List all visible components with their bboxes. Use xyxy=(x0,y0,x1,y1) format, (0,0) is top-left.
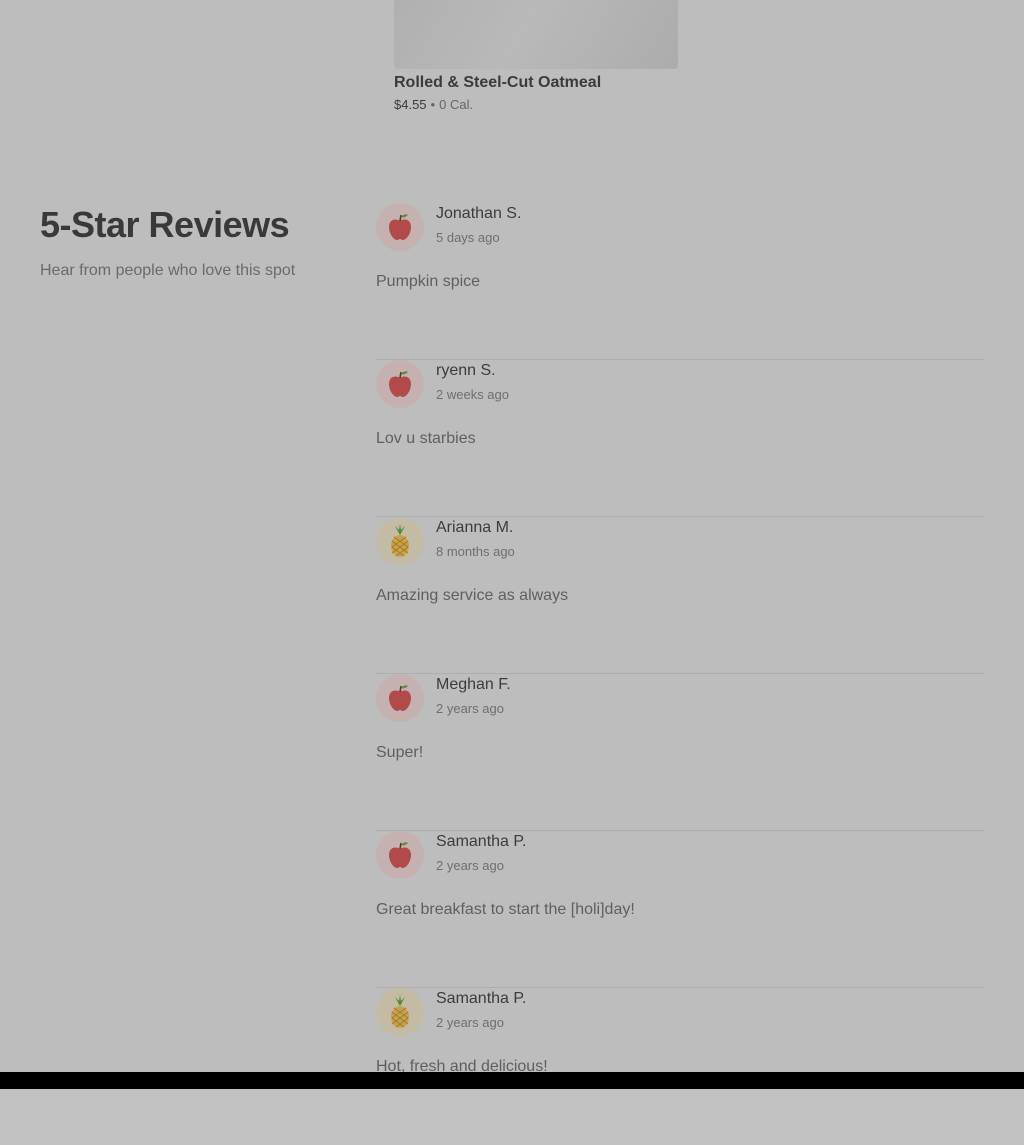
reviewer-name: Samantha P. xyxy=(436,990,527,1007)
review-date: 2 years ago xyxy=(436,858,504,873)
review-text: Amazing service as always xyxy=(376,587,569,604)
product-card[interactable]: Rolled & Steel-Cut Oatmeal $4.55 • 0 Cal. xyxy=(394,0,678,113)
review-text: Pumpkin spice xyxy=(376,273,481,290)
review-date: 2 years ago xyxy=(436,701,504,716)
review-text: Great breakfast to start the [holi]day! xyxy=(376,901,635,918)
review-text: Super! xyxy=(376,744,424,761)
bottom-bar xyxy=(0,1072,1024,1089)
apple-icon xyxy=(376,360,424,408)
product-name[interactable]: Rolled & Steel-Cut Oatmeal xyxy=(394,73,678,93)
apple-icon xyxy=(376,674,424,722)
review-item: ryenn S. 2 weeks ago Lov u starbies xyxy=(376,360,984,517)
meta-separator: • xyxy=(430,97,436,112)
product-image[interactable] xyxy=(394,0,678,69)
review-item: Jonathan S. 5 days ago Pumpkin spice xyxy=(376,203,984,360)
review-item: Arianna M. 8 months ago Amazing service … xyxy=(376,517,984,674)
review-item: Samantha P. 2 years ago Great breakfast … xyxy=(376,831,984,988)
product-calories: 0 Cal. xyxy=(439,97,474,112)
pineapple-icon xyxy=(376,988,424,1036)
review-item: Meghan F. 2 years ago Super! xyxy=(376,674,984,831)
apple-icon xyxy=(376,831,424,879)
review-date: 2 years ago xyxy=(436,1015,504,1030)
review-text: Lov u starbies xyxy=(376,430,476,447)
reviews-subtitle: Hear from people who love this spot xyxy=(40,262,296,279)
review-date: 2 weeks ago xyxy=(436,387,509,402)
product-price: $4.55 xyxy=(394,97,427,112)
reviews-header: 5-Star Reviews Hear from people who love… xyxy=(40,203,340,281)
reviewer-name: Samantha P. xyxy=(436,833,527,850)
review-date: 5 days ago xyxy=(436,230,500,245)
reviewer-name: Arianna M. xyxy=(436,519,514,536)
apple-icon xyxy=(376,203,424,251)
reviewer-name: ryenn S. xyxy=(436,362,496,379)
reviews-title: 5-Star Reviews xyxy=(40,204,290,245)
product-meta: $4.55 • 0 Cal. xyxy=(394,97,678,113)
reviewer-name: Meghan F. xyxy=(436,676,511,693)
review-list: Jonathan S. 5 days ago Pumpkin spice rye… xyxy=(376,203,984,1145)
reviewer-name: Jonathan S. xyxy=(436,205,522,222)
review-item: Samantha P. 2 years ago Hot, fresh and d… xyxy=(376,988,984,1145)
review-date: 8 months ago xyxy=(436,544,515,559)
pineapple-icon xyxy=(376,517,424,565)
